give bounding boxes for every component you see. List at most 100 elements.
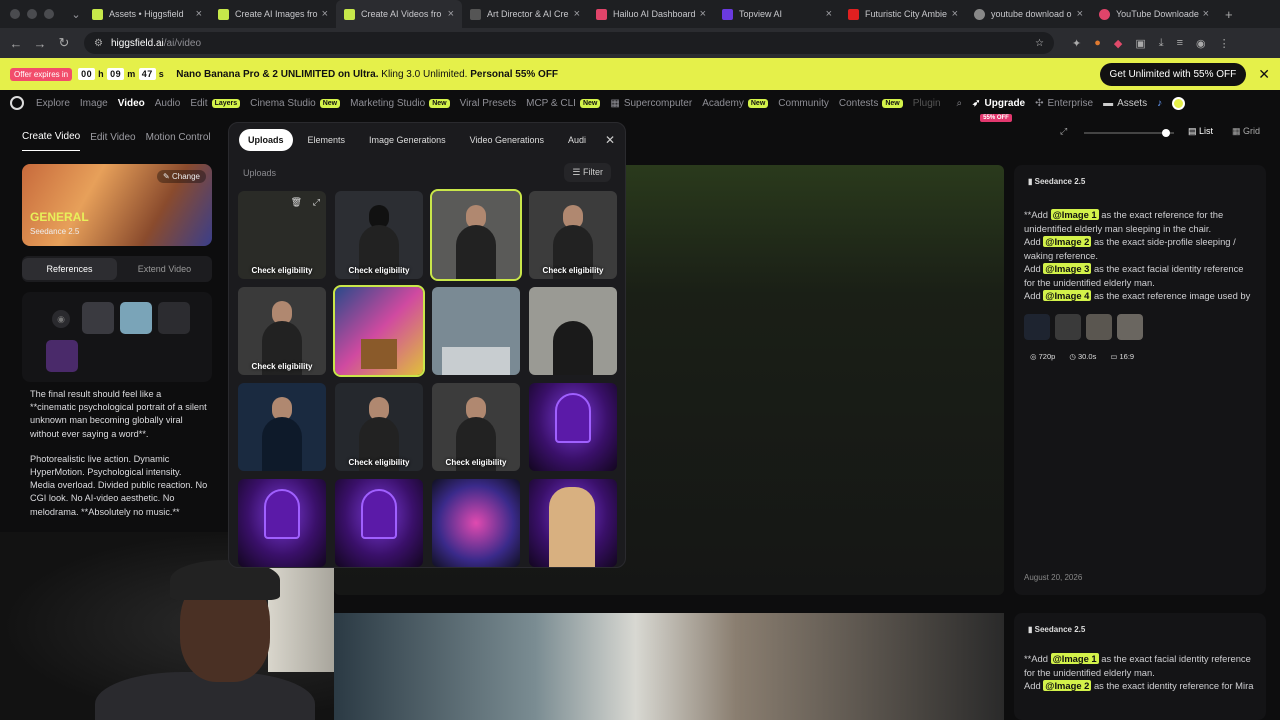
check-eligibility-label[interactable]: Check eligibility xyxy=(335,266,423,275)
browser-tab[interactable]: Assets • Higgsfield × xyxy=(84,0,210,28)
grid-view-toggle[interactable]: ▦ Grid xyxy=(1232,126,1260,137)
tab-motion-control[interactable]: Motion Control xyxy=(146,132,211,143)
change-model-button[interactable]: ✎ Change xyxy=(157,170,206,183)
tab-video-generations[interactable]: Video Generations xyxy=(461,129,553,151)
browser-menu-icon[interactable]: ⋮ xyxy=(1219,37,1230,50)
upload-thumbnail[interactable]: Check eligibility xyxy=(335,383,423,471)
higgsfield-logo-icon[interactable] xyxy=(10,96,24,110)
reference-thumbnail[interactable] xyxy=(1086,314,1112,340)
fullscreen-icon[interactable]: ⤢ xyxy=(1060,126,1067,137)
search-icon[interactable]: ⌕ xyxy=(957,98,963,109)
site-info-icon[interactable]: ⚙ xyxy=(94,38,103,49)
filter-button[interactable]: ☰ Filter xyxy=(564,163,611,182)
upload-thumbnail[interactable] xyxy=(529,383,617,471)
extensions-puzzle-icon[interactable]: ▣ xyxy=(1135,37,1145,50)
close-tab-icon[interactable]: × xyxy=(952,8,958,20)
browser-tab[interactable]: YouTube Downloader × xyxy=(1091,0,1217,28)
extension-shield-icon[interactable]: ◆ xyxy=(1114,37,1122,50)
upload-thumbnail[interactable] xyxy=(238,479,326,567)
close-tab-icon[interactable]: × xyxy=(700,8,706,20)
tab-image-generations[interactable]: Image Generations xyxy=(360,129,455,151)
browser-tab[interactable]: Art Director & AI Cre × xyxy=(462,0,588,28)
generation-prompt[interactable]: **Add @Image 1 as the exact facial ident… xyxy=(1014,652,1266,705)
profile-icon[interactable]: ◉ xyxy=(1196,37,1206,50)
close-tab-icon[interactable]: × xyxy=(1077,8,1083,20)
extension-rocket-icon[interactable]: ✦ xyxy=(1072,37,1081,50)
upload-thumbnail[interactable] xyxy=(432,287,520,375)
upload-thumbnail[interactable]: Check eligibility xyxy=(335,191,423,279)
nav-academy[interactable]: Academy New xyxy=(702,98,769,109)
add-reference-icon[interactable]: ◉ xyxy=(52,310,70,328)
upload-thumbnail[interactable] xyxy=(238,383,326,471)
browser-tab-active[interactable]: Create AI Videos fro × xyxy=(336,0,462,28)
close-tab-icon[interactable]: × xyxy=(196,8,202,20)
tab-extend-video[interactable]: Extend Video xyxy=(117,258,212,280)
tab-uploads[interactable]: Uploads xyxy=(239,129,293,151)
upload-thumbnail-selected[interactable] xyxy=(430,189,522,281)
nav-plugins[interactable]: Plugin xyxy=(913,98,941,109)
reload-icon[interactable]: ↻ xyxy=(52,35,76,51)
tab-references[interactable]: References xyxy=(22,258,117,280)
browser-tab[interactable]: Futuristic City Ambie × xyxy=(840,0,966,28)
nav-community[interactable]: Community xyxy=(778,98,829,109)
browser-tab[interactable]: Hailuo AI Dashboard × xyxy=(588,0,714,28)
close-tab-icon[interactable]: × xyxy=(322,8,328,20)
reference-thumbnail[interactable] xyxy=(46,340,78,372)
upload-thumbnail[interactable]: Check eligibility xyxy=(238,287,326,375)
upload-thumbnail[interactable] xyxy=(335,479,423,567)
reference-thumbnail[interactable] xyxy=(1024,314,1050,340)
extension-fox-icon[interactable]: ● xyxy=(1094,37,1101,50)
nav-enterprise[interactable]: ✣ Enterprise xyxy=(1035,98,1093,109)
delete-icon[interactable]: 🗑 xyxy=(291,197,302,208)
tab-audio[interactable]: Audi xyxy=(559,129,595,151)
maximize-window-icon[interactable] xyxy=(44,9,54,19)
nav-contests[interactable]: Contests New xyxy=(839,98,903,109)
zoom-slider-knob[interactable] xyxy=(1162,129,1170,137)
tab-search-chevron-icon[interactable]: ⌄ xyxy=(68,8,84,21)
minimize-window-icon[interactable] xyxy=(27,9,37,19)
upload-thumbnail[interactable] xyxy=(529,287,617,375)
forward-icon[interactable]: → xyxy=(28,36,52,51)
reference-thumbnail[interactable] xyxy=(1055,314,1081,340)
nav-image[interactable]: Image xyxy=(80,98,108,109)
list-view-toggle[interactable]: ▤ List xyxy=(1188,126,1213,137)
reference-thumbnail[interactable] xyxy=(158,302,190,334)
nav-viral-presets[interactable]: Viral Presets xyxy=(460,98,517,109)
expand-icon[interactable]: ⤢ xyxy=(313,197,320,208)
upload-thumbnail-selected[interactable] xyxy=(333,285,425,377)
upload-thumbnail[interactable]: Check eligibility xyxy=(432,383,520,471)
window-controls[interactable] xyxy=(0,9,68,19)
tab-create-video[interactable]: Create Video xyxy=(22,131,81,151)
nav-mcp-cli[interactable]: MCP & CLI New xyxy=(526,98,601,109)
get-unlimited-button[interactable]: Get Unlimited with 55% OFF xyxy=(1099,62,1247,86)
nav-assets[interactable]: ▬ Assets xyxy=(1103,98,1147,109)
prompt-text[interactable]: The final result should feel like a **ci… xyxy=(30,388,208,533)
notifications-icon[interactable]: ♪ xyxy=(1157,98,1162,109)
nav-marketing-studio[interactable]: Marketing Studio New xyxy=(350,98,450,109)
close-picker-icon[interactable]: ✕ xyxy=(605,133,615,147)
close-tab-icon[interactable]: × xyxy=(574,8,580,20)
reading-list-icon[interactable]: ≡ xyxy=(1177,37,1183,50)
close-promo-icon[interactable]: ✕ xyxy=(1258,66,1270,83)
model-selector-card[interactable]: ✎ Change GENERAL Seedance 2.5 xyxy=(22,164,212,246)
close-window-icon[interactable] xyxy=(10,9,20,19)
video-result-preview-2[interactable] xyxy=(334,613,1004,720)
check-eligibility-label[interactable]: Check eligibility xyxy=(432,458,520,467)
reference-thumbnail[interactable] xyxy=(120,302,152,334)
nav-audio[interactable]: Audio xyxy=(155,98,181,109)
check-eligibility-label[interactable]: Check eligibility xyxy=(529,266,617,275)
upload-thumbnail[interactable]: 🗑 ⤢ Check eligibility xyxy=(238,191,326,279)
nav-cinema-studio[interactable]: Cinema Studio New xyxy=(250,98,341,109)
back-icon[interactable]: ← xyxy=(4,36,28,51)
tab-edit-video[interactable]: Edit Video xyxy=(90,132,135,143)
reference-thumbnail[interactable] xyxy=(1117,314,1143,340)
upload-thumbnail[interactable] xyxy=(529,479,617,567)
generation-prompt[interactable]: **Add @Image 1 as the exact reference fo… xyxy=(1014,208,1266,306)
upload-thumbnail[interactable]: Check eligibility xyxy=(529,191,617,279)
upgrade-button[interactable]: ➶ Upgrade 55% OFF xyxy=(972,98,1025,122)
nav-explore[interactable]: Explore xyxy=(36,98,70,109)
upload-thumbnail[interactable] xyxy=(432,479,520,567)
nav-supercomputer[interactable]: ▦ Supercomputer xyxy=(610,98,692,109)
bookmark-star-icon[interactable]: ☆ xyxy=(1035,38,1044,49)
user-avatar[interactable] xyxy=(1172,96,1186,110)
